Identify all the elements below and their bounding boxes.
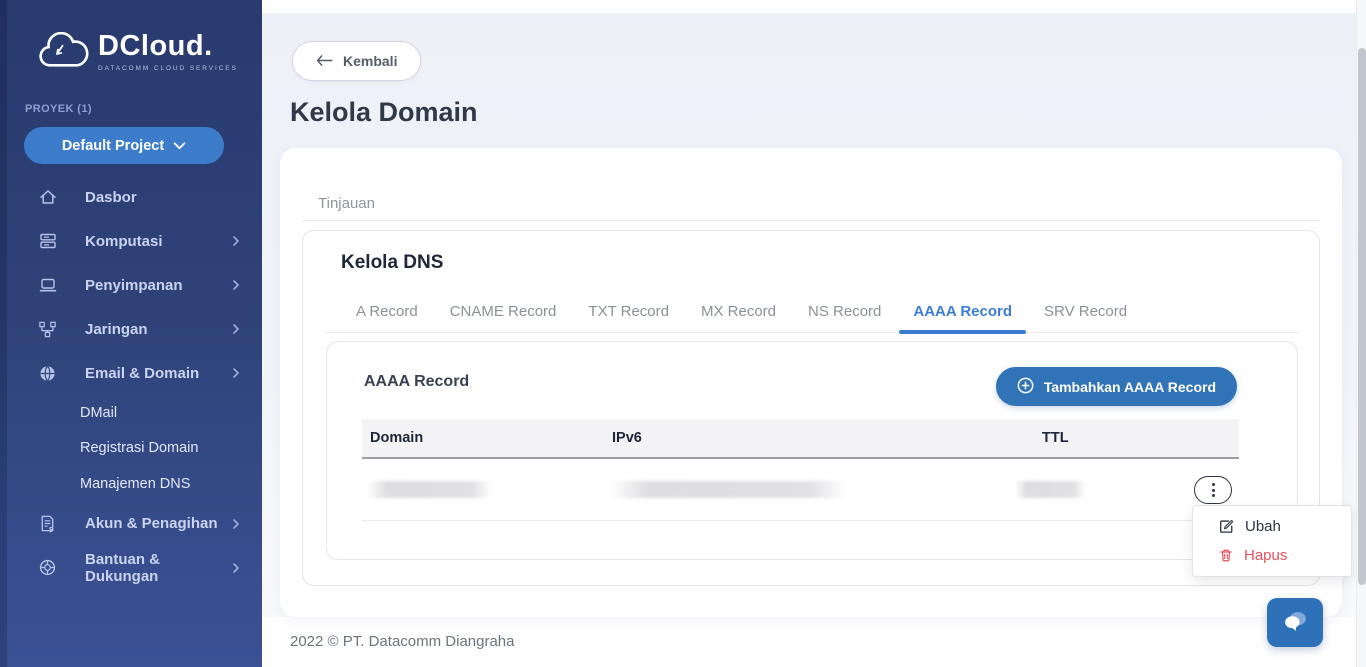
menu-item-ubah[interactable]: Ubah <box>1193 513 1351 539</box>
brand-tagline: DATACOMM CLOUD SERVICES <box>98 65 238 72</box>
dns-record-tabs: A Record CNAME Record TXT Record MX Reco… <box>326 293 1298 334</box>
menu-item-label: Hapus <box>1244 547 1288 565</box>
sidebar-item-bantuan-dukungan[interactable]: Bantuan & Dukungan <box>0 546 262 590</box>
sidebar-item-penyimpanan[interactable]: Penyimpanan <box>0 263 262 307</box>
sidebar-item-label: Akun & Penagihan <box>85 515 218 532</box>
sidebar-item-komputasi[interactable]: Komputasi <box>0 219 262 263</box>
compute-icon <box>38 231 58 251</box>
sidebar-subitem-registrasi-domain[interactable]: Registrasi Domain <box>0 431 262 467</box>
chevron-right-icon <box>232 279 240 291</box>
chevron-right-icon <box>232 323 240 335</box>
column-header-domain: Domain <box>370 430 424 446</box>
sidebar-item-jaringan[interactable]: Jaringan <box>0 307 262 351</box>
sidebar: DCloud. DATACOMM CLOUD SERVICES PROYEK (… <box>0 0 262 667</box>
sidebar-item-email-domain[interactable]: Email & Domain <box>0 351 262 395</box>
sidebar-item-label: Komputasi <box>85 232 163 250</box>
edit-icon <box>1219 519 1234 534</box>
scrollbar-thumb[interactable] <box>1358 48 1366 585</box>
kebab-icon <box>1211 483 1215 486</box>
scrollbar-track[interactable] <box>1356 0 1366 667</box>
tab-a-record[interactable]: A Record <box>342 293 432 332</box>
svg-text:$: $ <box>49 526 53 533</box>
aaaa-record-table: Domain IPv6 TTL <box>362 419 1239 521</box>
billing-icon: $ <box>38 514 58 534</box>
add-aaaa-record-button[interactable]: Tambahkan AAAA Record <box>995 367 1237 406</box>
redacted-cell-ttl <box>1015 481 1085 498</box>
tab-aaaa-record[interactable]: AAAA Record <box>899 293 1026 334</box>
logo: DCloud. DATACOMM CLOUD SERVICES <box>36 32 238 74</box>
brand-name: DCloud. <box>98 30 213 62</box>
dns-card: Kelola DNS A Record CNAME Record TXT Rec… <box>302 230 1320 586</box>
sidebar-subitem-dmail[interactable]: DMail <box>0 395 262 431</box>
trash-icon <box>1219 548 1233 563</box>
back-button-label: Kembali <box>343 53 398 69</box>
page-title: Kelola Domain <box>290 97 478 127</box>
menu-item-label: Ubah <box>1245 517 1281 535</box>
chevron-right-icon <box>232 562 240 574</box>
row-context-menu: Ubah Hapus <box>1192 505 1352 577</box>
back-button[interactable]: Kembali <box>292 41 422 81</box>
sidebar-nav: Dasbor Komputasi Penyimpanan Jaringan Em… <box>0 175 262 590</box>
dns-card-title: Kelola DNS <box>341 252 444 273</box>
divider <box>302 220 1320 221</box>
project-section-label: PROYEK (1) <box>25 103 92 115</box>
main-content: Kembali Kelola Domain Tinjauan Kelola DN… <box>262 0 1366 667</box>
chevron-right-icon <box>232 235 240 247</box>
project-selector[interactable]: Default Project <box>24 127 224 164</box>
chevron-down-icon <box>173 138 186 154</box>
sidebar-subitem-manajemen-dns[interactable]: Manajemen DNS <box>0 466 262 502</box>
network-icon <box>38 319 58 339</box>
table-header-row: Domain IPv6 TTL <box>362 419 1239 459</box>
column-header-ttl: TTL <box>1042 430 1069 446</box>
section-title: AAAA Record <box>364 373 470 390</box>
sidebar-item-label: Jaringan <box>85 320 148 338</box>
app-root: DCloud. DATACOMM CLOUD SERVICES PROYEK (… <box>0 0 1366 667</box>
sidebar-item-dasbor[interactable]: Dasbor <box>0 175 262 219</box>
redacted-cell-ipv6 <box>610 481 847 498</box>
project-selector-label: Default Project <box>61 137 165 154</box>
sidebar-item-label: Penyimpanan <box>85 276 183 294</box>
chevron-right-icon <box>232 518 240 530</box>
tab-txt-record[interactable]: TXT Record <box>574 293 683 332</box>
chevron-right-icon <box>232 367 240 379</box>
tab-tinjauan[interactable]: Tinjauan <box>318 195 375 212</box>
menu-item-hapus[interactable]: Hapus <box>1193 543 1351 569</box>
sidebar-item-akun-penagihan[interactable]: $ Akun & Penagihan <box>0 502 262 546</box>
sidebar-item-label: Bantuan & Dukungan <box>85 550 160 585</box>
row-actions-button[interactable] <box>1194 476 1232 504</box>
column-header-ipv6: IPv6 <box>612 430 642 446</box>
storage-icon <box>38 275 58 295</box>
aaaa-record-panel: AAAA Record Tambahkan AAAA Record Domain… <box>326 341 1298 560</box>
redacted-cell-domain <box>367 481 492 498</box>
cloud-logo-icon <box>36 31 90 74</box>
domain-card: Tinjauan Kelola DNS A Record CNAME Recor… <box>280 148 1342 617</box>
plus-circle-icon <box>1017 377 1034 397</box>
tab-cname-record[interactable]: CNAME Record <box>436 293 571 332</box>
tab-mx-record[interactable]: MX Record <box>687 293 790 332</box>
add-button-label: Tambahkan AAAA Record <box>1043 378 1216 395</box>
copyright-text: 2022 © PT. Datacomm Diangraha <box>290 633 515 650</box>
back-arrow-icon <box>316 53 333 69</box>
home-icon <box>38 187 58 207</box>
tab-srv-record[interactable]: SRV Record <box>1030 293 1141 332</box>
globe-icon <box>38 363 58 383</box>
chat-icon <box>1280 609 1310 637</box>
table-row <box>362 459 1239 521</box>
top-strip <box>262 0 1366 13</box>
support-icon <box>38 558 58 578</box>
tab-ns-record[interactable]: NS Record <box>794 293 895 332</box>
sidebar-item-label: Dasbor <box>85 188 137 206</box>
sidebar-item-label: Email & Domain <box>85 364 200 382</box>
chat-button[interactable] <box>1267 598 1323 647</box>
